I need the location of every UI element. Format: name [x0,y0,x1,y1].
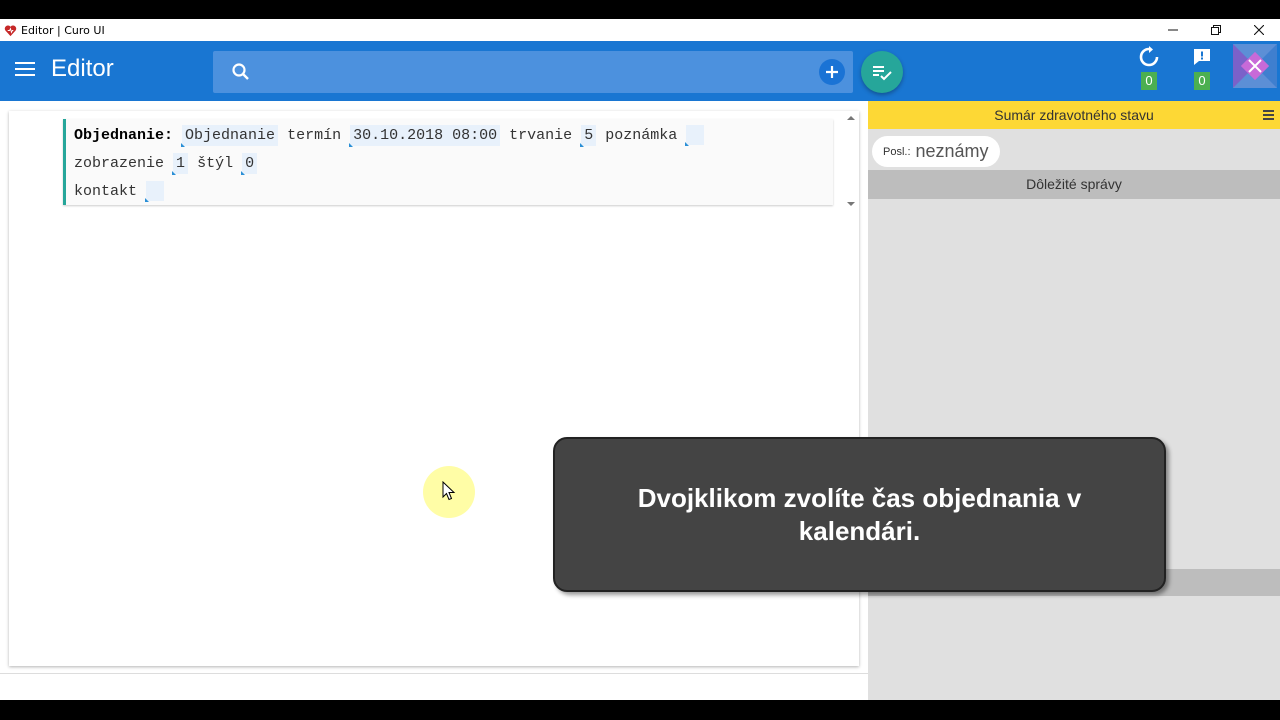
search-bar [213,51,853,93]
minimize-icon [1167,29,1178,31]
sync-badge: 0 [1141,72,1157,90]
plus-icon [826,66,838,78]
messages-badge: 0 [1194,72,1210,90]
last-status-chip[interactable]: Posl.: neznámy [872,136,1000,167]
close-icon [1253,25,1264,35]
display-field[interactable]: 1 [173,153,189,174]
window-title: Editor | Curo UI [21,23,105,37]
mouse-cursor-icon [442,481,456,501]
appointment-form[interactable]: Objednanie: Objednanie termín 30.10.2018… [63,119,833,205]
minimize-button[interactable] [1151,19,1194,41]
window-controls [1151,19,1280,41]
note-label: poznámka [605,127,678,144]
type-field[interactable]: Objednanie [182,125,279,146]
last-status-label: Posl.: [883,145,911,158]
scroll-up-icon[interactable] [846,114,856,122]
form-label: Objednanie: [74,127,174,144]
add-button[interactable] [819,59,845,85]
term-label: termín [287,127,342,144]
right-panel: Sumár zdravotného stavu Posl.: neznámy D… [868,101,1280,700]
app-heart-icon [4,24,17,36]
restore-button[interactable] [1194,19,1237,41]
app-bar: Editor 0 0 [0,41,1280,101]
last-status-value: neznámy [915,141,989,161]
style-label: štýl [197,155,234,172]
search-input[interactable] [263,59,803,85]
restore-icon [1210,25,1221,35]
playlist-check-button[interactable] [861,51,903,93]
scroll-down-icon[interactable] [846,200,856,208]
display-label: zobrazenie [74,155,165,172]
important-messages-header: Dôležité správy [868,170,1280,199]
user-avatar[interactable] [1233,44,1277,88]
screen: Editor | Curo UI Editor 0 0 Objednanie: … [0,0,1280,720]
style-field[interactable]: 0 [242,153,258,174]
duration-field[interactable]: 5 [581,125,597,146]
editor-area: Objednanie: Objednanie termín 30.10.2018… [0,101,868,700]
instruction-tooltip: Dvojklikom zvolíte čas objednania v kale… [553,437,1166,592]
sync-status[interactable]: 0 [1134,46,1164,98]
message-alert-icon [1194,49,1210,65]
instruction-text: Dvojklikom zvolíte čas objednania v kale… [637,482,1082,546]
health-summary-header: Sumár zdravotného stavu [868,101,1280,129]
summary-menu-icon[interactable] [1263,110,1274,120]
sync-icon [1139,46,1159,67]
close-button[interactable] [1237,19,1280,41]
page-title: Editor [51,55,114,82]
contact-label: kontakt [74,183,138,200]
search-icon [232,63,249,80]
note-field[interactable] [685,125,705,147]
hamburger-menu-icon[interactable] [15,62,35,78]
duration-label: trvanie [509,127,573,144]
health-summary-title: Sumár zdravotného stavu [994,107,1154,123]
term-field[interactable]: 30.10.2018 08:00 [350,125,501,146]
window-titlebar: Editor | Curo UI [0,19,1280,41]
divider [0,673,868,674]
messages-status[interactable]: 0 [1187,46,1217,98]
contact-field[interactable] [145,181,165,203]
playlist-check-icon [873,66,892,81]
